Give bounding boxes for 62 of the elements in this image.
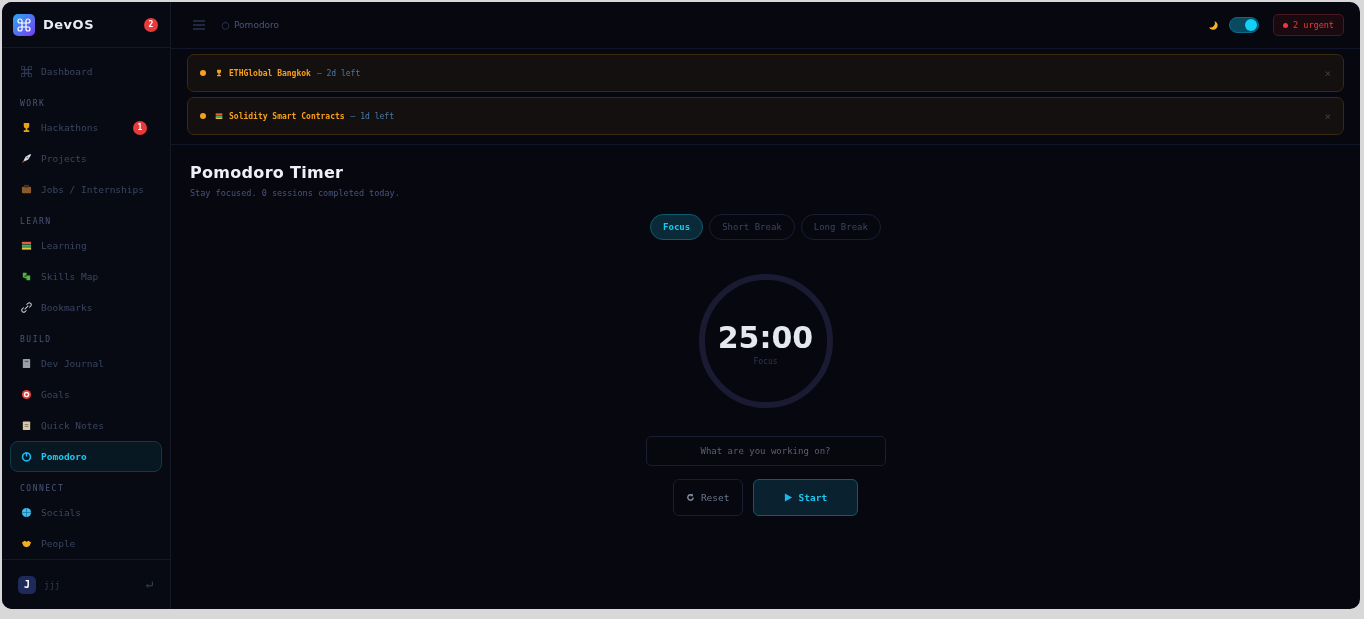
breadcrumb: Pomodoro <box>234 20 280 30</box>
task-input[interactable]: What are you working on? <box>645 436 886 466</box>
sidebar-item[interactable]: Bookmarks <box>10 292 162 324</box>
user-name: jjj <box>44 579 62 590</box>
close-button[interactable]: × <box>1324 109 1331 123</box>
alert-title: Solidity Smart Contracts <box>229 111 345 121</box>
nav-icon <box>21 538 32 550</box>
status-dot <box>200 113 206 119</box>
nav-icon <box>21 451 32 463</box>
play-icon <box>783 493 793 502</box>
page-title: Pomodoro Timer <box>190 163 344 182</box>
sidebar-item[interactable]: Quick Notes <box>10 410 162 442</box>
nav-icon <box>21 302 32 314</box>
nav-icon <box>21 271 32 283</box>
reset-icon <box>685 493 695 502</box>
alert-icon <box>215 112 223 120</box>
sidebar-item[interactable]: Skills Map <box>10 261 162 293</box>
notification-badge: 2 <box>144 17 158 32</box>
reset-button[interactable]: Reset <box>672 479 743 516</box>
alert-title: ETHGlobal Bangkok <box>229 68 311 78</box>
moon-icon <box>1208 19 1220 31</box>
sidebar-item[interactable]: Jobs / Internships <box>10 174 162 206</box>
sidebar-item[interactable]: Pomodoro <box>10 441 162 473</box>
start-button[interactable]: Start <box>752 479 859 516</box>
theme-toggle[interactable] <box>1229 17 1260 33</box>
nav-icon <box>21 420 32 432</box>
section-label: BUILD <box>19 334 53 347</box>
time-remaining: — 1d left <box>350 111 395 121</box>
time-remaining: — 2d left <box>316 68 362 78</box>
logout-icon[interactable] <box>144 579 154 590</box>
sidebar-item[interactable]: Dev Journal <box>10 348 162 380</box>
timer-label: Focus <box>753 356 778 366</box>
user-avatar[interactable]: J <box>18 575 36 594</box>
nav-icon <box>21 507 32 519</box>
status-dot <box>200 70 206 76</box>
menu-icon[interactable] <box>193 20 205 30</box>
nav-icon <box>21 389 32 401</box>
page-subtitle: Stay focused. 0 sessions completed today. <box>190 188 400 198</box>
mode-tab[interactable]: Focus <box>650 214 704 240</box>
section-label: LEARN <box>19 216 53 229</box>
sidebar-item[interactable]: Learning <box>10 230 162 262</box>
urgent-badge[interactable]: 2 urgent <box>1273 14 1344 36</box>
nav-icon <box>21 66 32 78</box>
nav-icon <box>21 153 32 165</box>
section-label: CONNECT <box>19 483 66 496</box>
nav-icon <box>21 240 32 252</box>
timer-icon <box>221 20 230 30</box>
sidebar-item[interactable]: Dashboard <box>10 56 162 88</box>
section-label: WORK <box>19 98 47 111</box>
nav-icon <box>21 358 32 370</box>
nav-icon <box>21 184 32 196</box>
sidebar-item[interactable]: Projects <box>10 143 162 175</box>
sidebar-item[interactable]: Goals <box>10 379 162 411</box>
sidebar-item[interactable]: Socials <box>10 497 162 529</box>
close-button[interactable]: × <box>1324 66 1331 80</box>
nav-icon <box>21 122 32 134</box>
logo-icon <box>13 13 35 36</box>
sidebar-item[interactable]: Hackathons 1 <box>10 112 162 144</box>
alert-icon <box>215 69 223 77</box>
sidebar-item[interactable]: People <box>10 528 162 560</box>
app-name: DevOS <box>43 17 95 32</box>
count-badge: 1 <box>133 120 147 135</box>
